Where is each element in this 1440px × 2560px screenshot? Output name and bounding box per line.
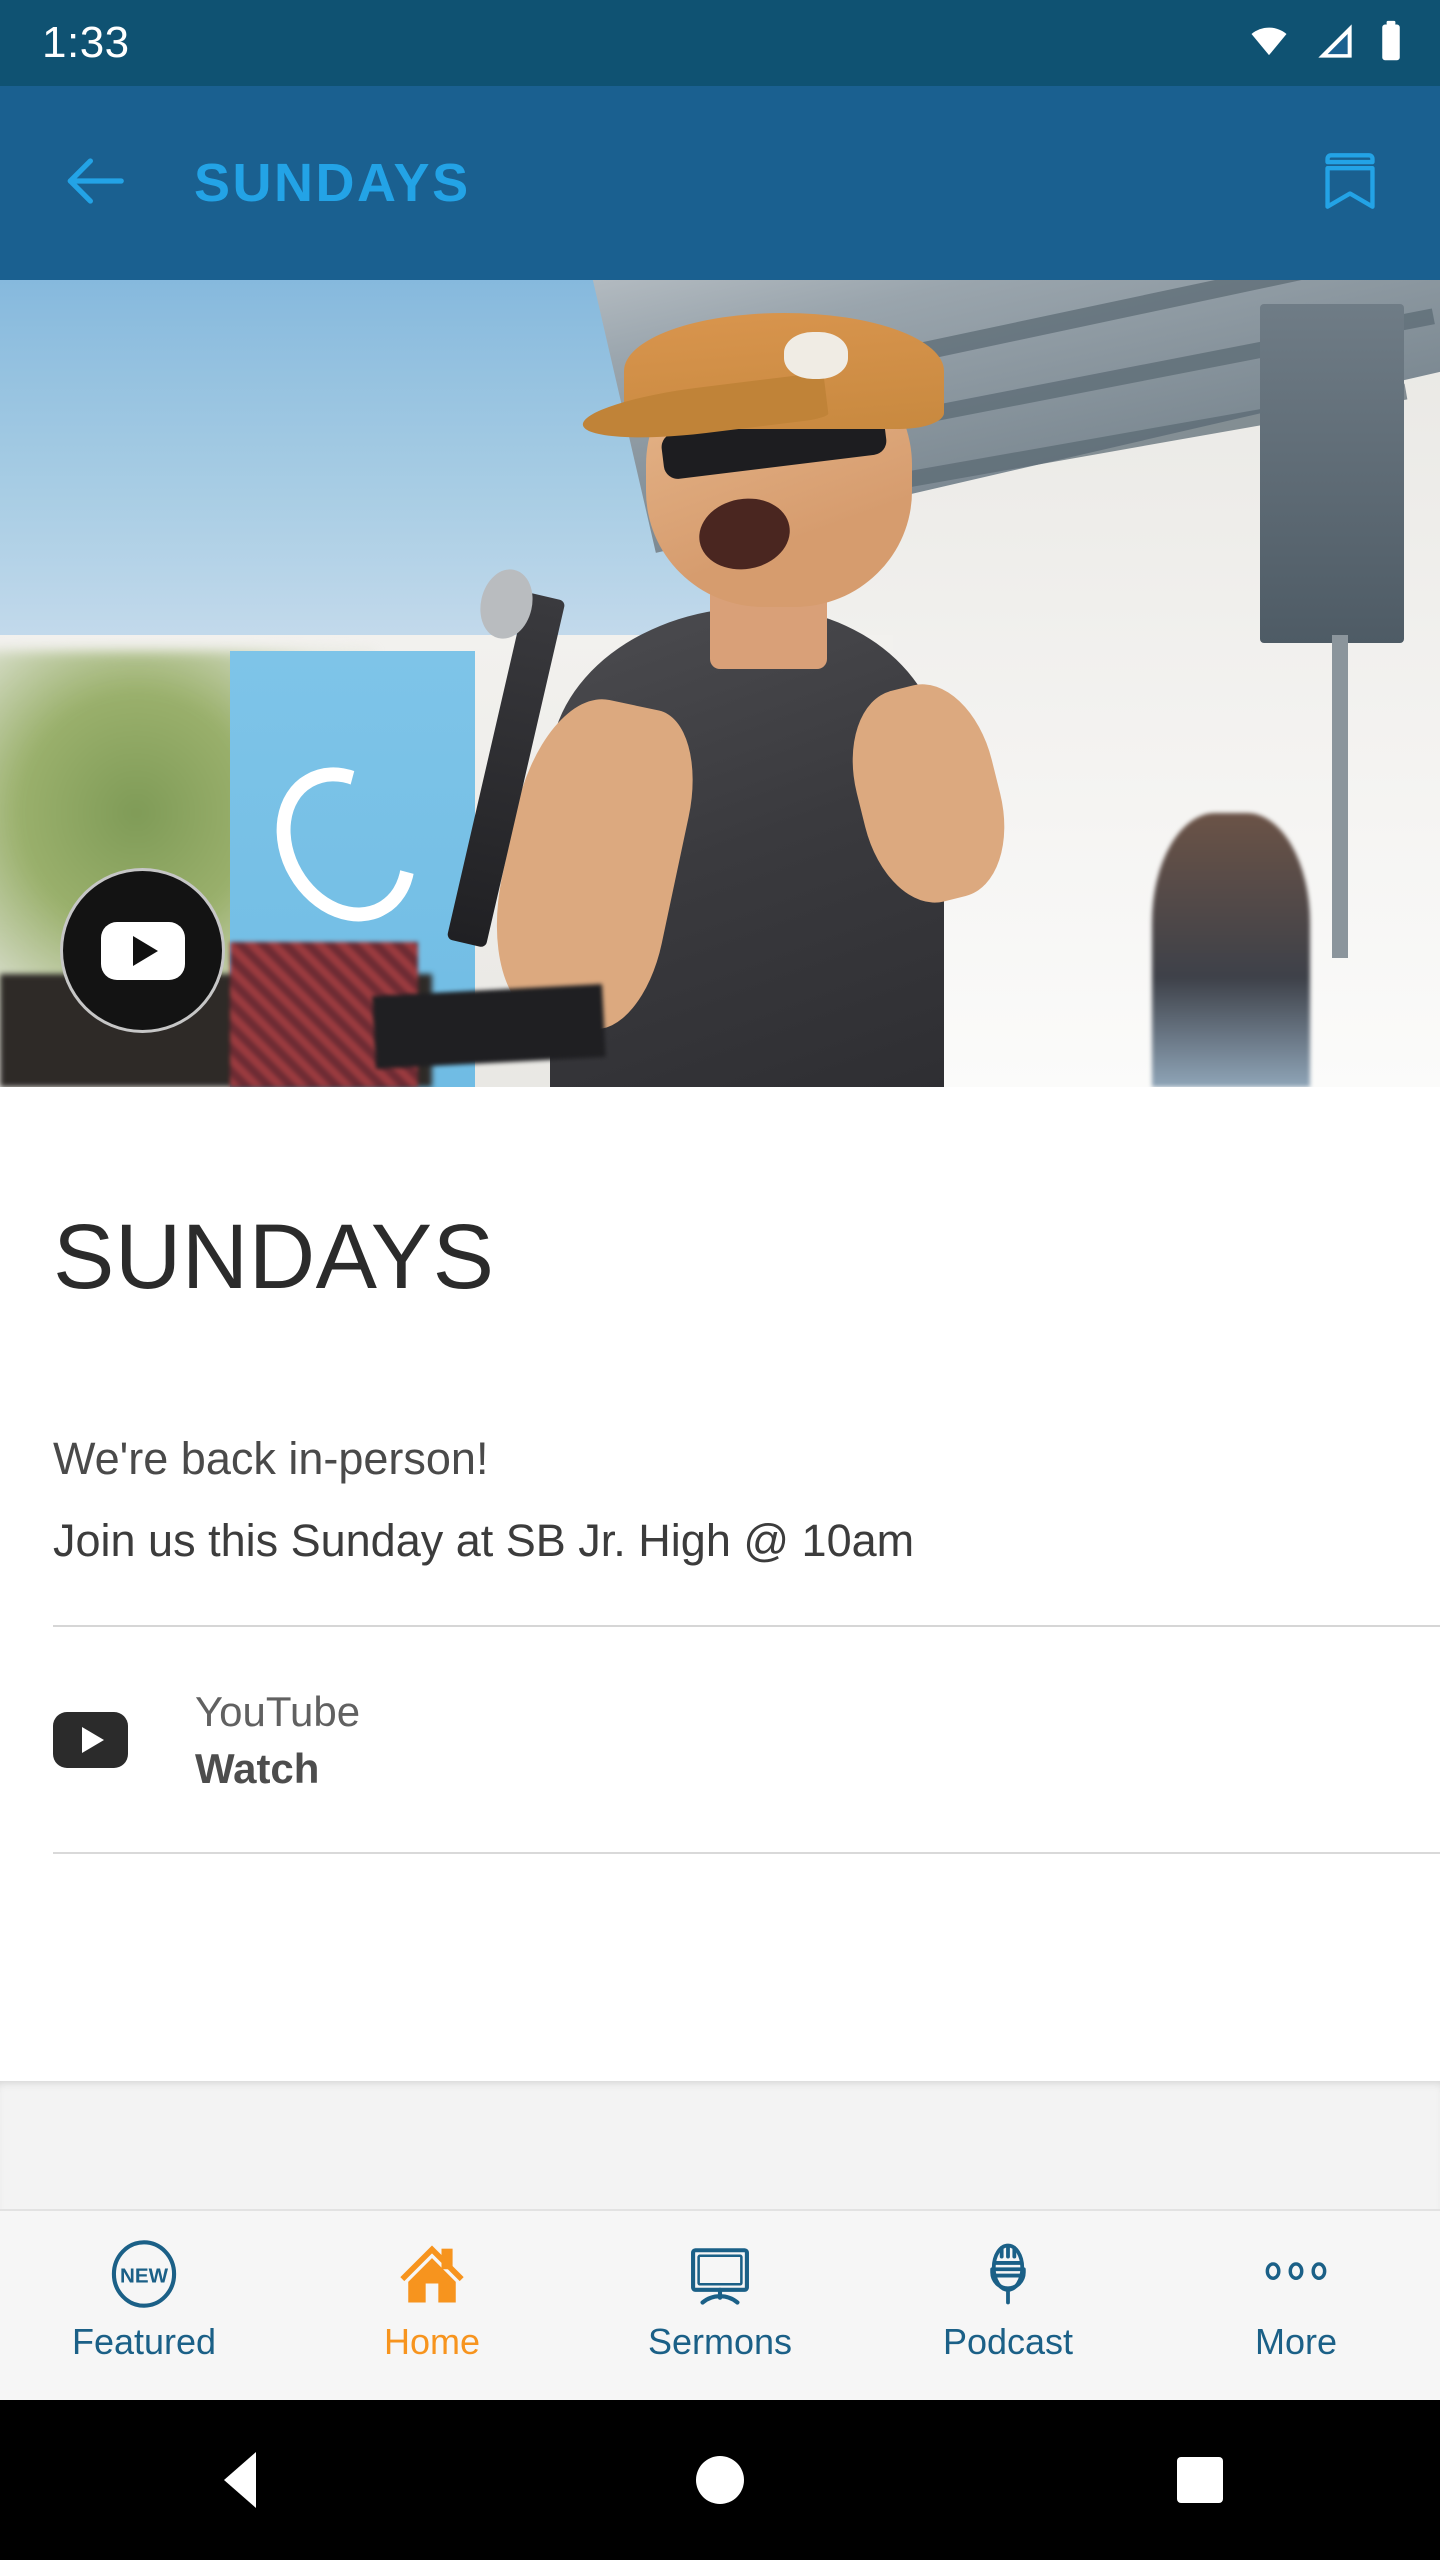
nav-label-more: More — [1254, 2321, 1338, 2362]
page-title: SUNDAYS — [53, 1206, 495, 1308]
nav-item-sermons[interactable]: Sermons — [576, 2211, 864, 2360]
new-badge-icon: NEW — [106, 2236, 182, 2312]
youtube-link-row[interactable]: YouTube Watch — [53, 1627, 1387, 1852]
youtube-link-action: Watch — [195, 1745, 320, 1793]
youtube-link-title: YouTube — [195, 1687, 361, 1735]
system-home-button[interactable] — [660, 2420, 780, 2540]
bookmark-button[interactable] — [1304, 137, 1396, 229]
app-screen: 1:33 SUNDAYS SUNDAYS We're back in-perso… — [0, 0, 1440, 2560]
nav-item-more[interactable]: More — [1152, 2211, 1440, 2360]
content-gap — [0, 2081, 1440, 2211]
home-icon — [392, 2236, 472, 2312]
nav-item-podcast[interactable]: Podcast — [864, 2211, 1152, 2360]
battery-icon — [1378, 20, 1404, 67]
bottom-navigation: NEW Featured Home Sermons Podcast More — [0, 2211, 1440, 2400]
wifi-icon — [1246, 21, 1292, 66]
youtube-icon — [53, 1712, 128, 1769]
app-bar: SUNDAYS — [0, 86, 1440, 280]
app-bar-title: SUNDAYS — [194, 153, 471, 213]
status-bar: 1:33 — [0, 0, 1440, 86]
home-circle-icon — [696, 2456, 744, 2504]
nav-label-home: Home — [383, 2321, 481, 2362]
hero-play-button[interactable] — [60, 868, 225, 1033]
back-button[interactable] — [52, 140, 138, 226]
body-paragraph-1: We're back in-person! — [53, 1433, 489, 1484]
back-triangle-icon — [224, 2452, 256, 2508]
system-recents-button[interactable] — [1140, 2420, 1260, 2540]
three-dots-icon — [1253, 2236, 1339, 2312]
body-paragraph-2: Join us this Sunday at SB Jr. High @ 10a… — [53, 1514, 915, 1566]
bookmark-icon — [1315, 146, 1385, 221]
microphone-icon — [968, 2236, 1048, 2312]
content-area: SUNDAYS We're back in-person! Join us th… — [0, 1088, 1440, 2081]
cellular-signal-icon — [1314, 21, 1356, 66]
arrow-left-icon — [58, 144, 132, 223]
nav-label-sermons: Sermons — [647, 2321, 793, 2362]
nav-item-featured[interactable]: NEW Featured — [0, 2211, 288, 2360]
nav-label-podcast: Podcast — [942, 2321, 1074, 2362]
android-system-nav — [0, 2400, 1440, 2560]
youtube-link-text: YouTube Watch — [195, 1687, 360, 1794]
divider-bottom — [53, 1851, 1440, 1854]
monitor-icon — [680, 2236, 760, 2312]
nav-label-featured: Featured — [71, 2321, 217, 2362]
recents-square-icon — [1177, 2457, 1223, 2503]
status-icons — [1246, 20, 1404, 67]
svg-text:NEW: NEW — [120, 2265, 169, 2288]
status-time: 1:33 — [42, 18, 130, 67]
system-back-button[interactable] — [180, 2420, 300, 2540]
nav-item-home[interactable]: Home — [288, 2211, 576, 2360]
youtube-play-icon — [100, 921, 185, 980]
